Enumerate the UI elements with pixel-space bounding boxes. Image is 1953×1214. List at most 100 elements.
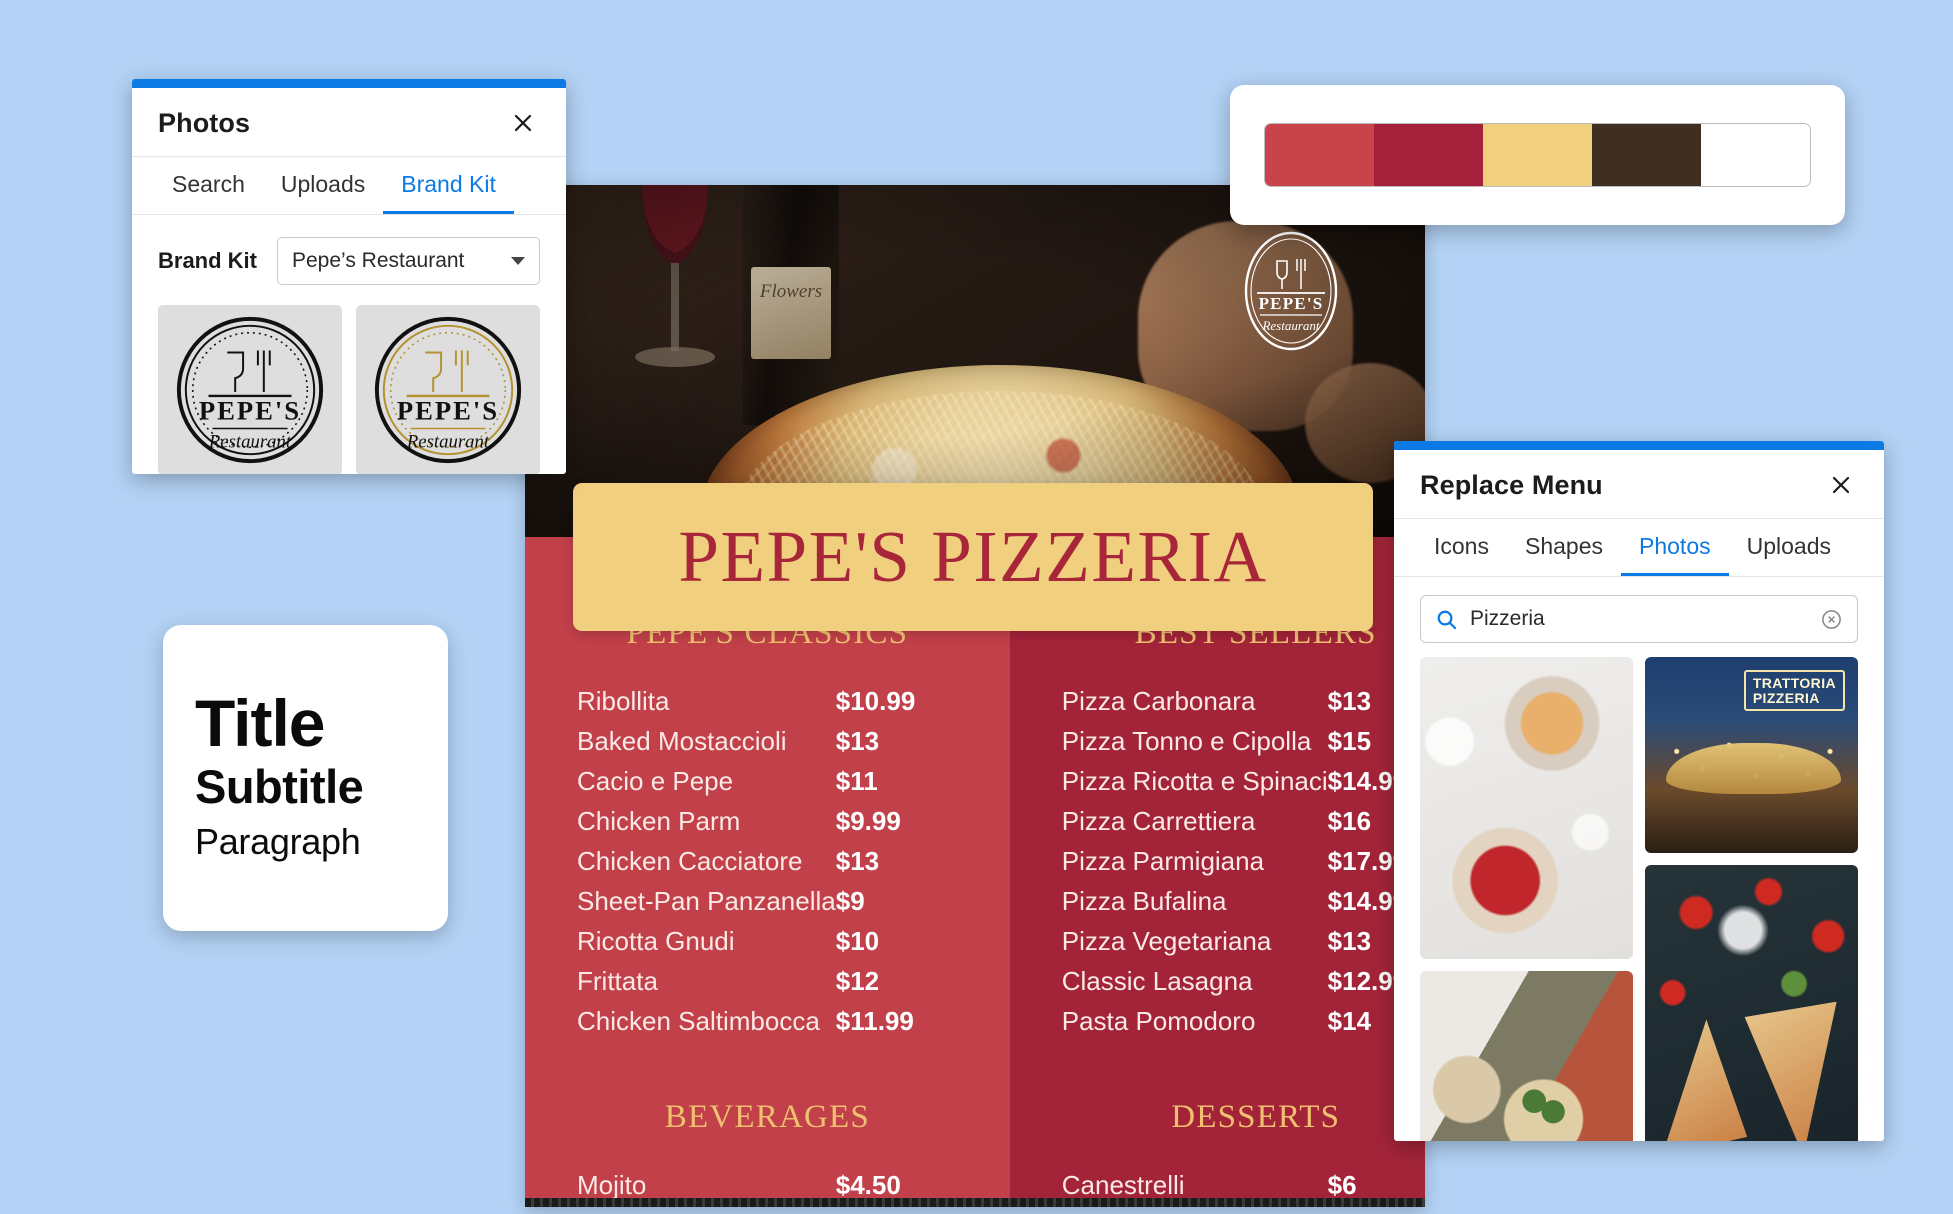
menu-document[interactable]: Flowers PEPE'S Restaurant (525, 185, 1425, 1207)
menu-item[interactable]: Ribollita $10.99 (577, 686, 958, 717)
menu-item[interactable]: Chicken Cacciatore $13 (577, 846, 958, 877)
brand-kit-logo-grid: PEPE'S Restaurant PEPE'S Restaurant (132, 299, 566, 474)
pepes-logo-black-icon: PEPE'S Restaurant (176, 316, 324, 464)
menu-item[interactable]: Baked Mostaccioli $13 (577, 726, 958, 757)
search-icon (1437, 610, 1457, 629)
menu-item-name: Pasta Pomodoro (1061, 1006, 1256, 1036)
menu-item-name: Ribollita (577, 686, 670, 716)
menu-item-name: Chicken Saltimbocca (577, 1006, 820, 1036)
menu-item[interactable]: Chicken Saltimbocca $11.99 (577, 1006, 958, 1037)
color-swatch-2[interactable] (1374, 124, 1483, 186)
search-input-value: Pizzeria (1470, 607, 1545, 630)
svg-text:Restaurant: Restaurant (208, 431, 292, 452)
close-icon[interactable] (1824, 468, 1858, 502)
menu-item[interactable]: Mojito $4.50 (577, 1170, 958, 1201)
photo-thumbnail[interactable] (1420, 971, 1633, 1141)
photo-thumbnail[interactable] (1420, 657, 1633, 959)
type-sample-title: Title (195, 685, 325, 760)
menu-item-name: Pizza Vegetariana (1061, 926, 1272, 956)
menu-item-name: Sheet-Pan Panzanella (577, 886, 836, 916)
menu-item[interactable]: Canestrelli $6 (1062, 1170, 1425, 1201)
brand-kit-row: Brand Kit Pepe’s Restaurant (132, 215, 566, 299)
menu-column-left: PEPE'S CLASSICS Ribollita $10.99 Baked Most… (525, 537, 1010, 1207)
menu-item[interactable]: Pizza Vegetariana $13 (1062, 926, 1425, 957)
brand-logo-thumbnail-black[interactable]: PEPE'S Restaurant (158, 305, 342, 474)
menu-item[interactable]: Pizza Tonno e Cipolla $15 (1062, 726, 1425, 757)
svg-text:Restaurant: Restaurant (1261, 318, 1319, 333)
menu-item[interactable]: Pizza Ricotta e Spinaci $14.99 (1062, 766, 1425, 797)
replace-panel-tabs: Icons Shapes Photos Uploads (1394, 519, 1884, 577)
menu-item[interactable]: Pasta Pomodoro $14 (1062, 1006, 1425, 1037)
sign-line-2: PIZZERIA (1752, 689, 1820, 706)
trattoria-pizzeria-sign: TRATTORIA PIZZERIA (1743, 670, 1845, 712)
color-swatch-4[interactable] (1592, 124, 1701, 186)
tab-shapes[interactable]: Shapes (1507, 519, 1621, 576)
type-sample-paragraph: Paragraph (195, 820, 361, 862)
menu-item-name: Pizza Tonno e Cipolla (1061, 726, 1312, 756)
pepes-restaurant-logo-icon: PEPE'S Restaurant (1244, 231, 1338, 351)
menu-item[interactable]: Pizza Carrettiera $16 (1062, 806, 1425, 837)
tab-icons[interactable]: Icons (1416, 519, 1507, 576)
tab-uploads[interactable]: Uploads (1729, 519, 1849, 576)
typography-preview-card[interactable]: Title Subtitle Paragraph (163, 625, 448, 931)
menu-item-price: $12 (835, 966, 880, 996)
brand-kit-selected-value: Pepe’s Restaurant (292, 249, 465, 272)
document-bottom-edge (525, 1198, 1425, 1207)
menu-item[interactable]: Cacio e Pepe $11 (577, 766, 958, 797)
menu-item-name: Pizza Parmigiana (1061, 846, 1265, 876)
brand-logo-thumbnail-gold[interactable]: PEPE'S Restaurant (356, 305, 540, 474)
photo-results-column-left (1420, 657, 1633, 1141)
menu-item-price: $11 (835, 766, 878, 796)
replace-menu-panel[interactable]: Replace Menu Icons Shapes Photos Uploads Pi… (1394, 441, 1884, 1141)
menu-item-price: $6 (1327, 1170, 1357, 1200)
menu-item[interactable]: Ricotta Gnudi $10 (577, 926, 958, 957)
menu-item[interactable]: Sheet-Pan Panzanella $9 (577, 886, 958, 917)
brand-color-palette-panel[interactable] (1230, 85, 1845, 225)
menu-item-price: $9 (835, 886, 865, 916)
tab-photos[interactable]: Photos (1621, 519, 1729, 576)
color-swatch-1[interactable] (1265, 124, 1374, 186)
menu-section-heading: DESSERTS (1171, 1099, 1341, 1135)
photos-panel-header: Photos (132, 88, 566, 157)
menu-title-text: PEPE'S PIZZERIA (678, 516, 1268, 597)
svg-text:PEPE'S: PEPE'S (1259, 294, 1324, 313)
tab-brand-kit[interactable]: Brand Kit (383, 157, 514, 214)
svg-text:PEPE'S: PEPE'S (199, 396, 301, 426)
type-sample-subtitle: Subtitle (195, 760, 364, 814)
photo-thumbnail[interactable]: TRATTORIA PIZZERIA (1645, 657, 1858, 853)
menu-item-list: Pizza Carbonara $13 Pizza Tonno e Cipolla $… (1010, 686, 1425, 1037)
photo-results-column-right: TRATTORIA PIZZERIA (1645, 657, 1858, 1141)
menu-item-list: Ribollita $10.99 Baked Mostaccioli $13 Cacio… (525, 686, 1010, 1037)
replace-panel-accent-bar (1394, 441, 1884, 450)
svg-text:Restaurant: Restaurant (406, 431, 490, 452)
photo-thumbnail[interactable] (1645, 865, 1858, 1141)
photos-panel[interactable]: Photos Search Uploads Brand Kit Brand Kit … (132, 79, 566, 474)
search-input[interactable]: Pizzeria (1420, 595, 1858, 643)
photo-results-grid: TRATTORIA PIZZERIA (1394, 657, 1884, 1141)
sign-line-1: TRATTORIA (1752, 675, 1836, 691)
close-icon[interactable] (506, 106, 540, 140)
menu-item[interactable]: Classic Lasagna $12.99 (1062, 966, 1425, 997)
menu-item-price: $13 (835, 726, 880, 756)
tab-uploads[interactable]: Uploads (263, 157, 383, 214)
color-swatch-3[interactable] (1483, 124, 1592, 186)
menu-item[interactable]: Pizza Parmigiana $17.99 (1062, 846, 1425, 877)
color-swatch-5[interactable] (1701, 124, 1810, 186)
menu-item[interactable]: Frittata $12 (577, 966, 958, 997)
brand-kit-label: Brand Kit (158, 248, 257, 273)
photos-panel-title: Photos (158, 107, 251, 138)
menu-item-name: Frittata (577, 966, 658, 996)
menu-item-name: Pizza Ricotta e Spinaci (1061, 766, 1328, 796)
tab-search[interactable]: Search (154, 157, 263, 214)
menu-item[interactable]: Pizza Carbonara $13 (1062, 686, 1425, 717)
menu-item[interactable]: Pizza Bufalina $14.99 (1062, 886, 1425, 917)
menu-item-name: Pizza Carrettiera (1061, 806, 1256, 836)
menu-item-price: $13 (835, 846, 880, 876)
menu-item[interactable]: Chicken Parm $9.99 (577, 806, 958, 837)
menu-item-name: Canestrelli (1061, 1170, 1185, 1200)
menu-section-heading: BEVERAGES (664, 1099, 870, 1135)
clear-search-icon[interactable] (1820, 608, 1843, 631)
menu-item-name: Ricotta Gnudi (577, 926, 735, 956)
menu-title-banner[interactable]: PEPE'S PIZZERIA (573, 483, 1373, 631)
brand-kit-select[interactable]: Pepe’s Restaurant (277, 237, 540, 285)
